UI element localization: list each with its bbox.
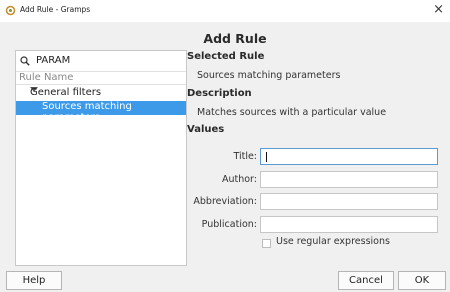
column-header-label: Rule Name [19,72,74,83]
text-caret [266,152,267,162]
title-input[interactable] [260,148,438,165]
description-heading: Description [187,88,252,99]
selected-rule-value: Sources matching parameters [197,70,341,81]
cancel-button[interactable]: Cancel [338,271,394,290]
publication-input[interactable] [260,216,438,233]
title-label: Title: [233,151,257,162]
author-label: Author: [221,174,257,185]
publication-label: Publication: [201,219,257,230]
selected-rule-heading: Selected Rule [187,51,265,62]
search-icon [20,56,30,66]
close-icon[interactable]: × [433,2,444,18]
values-heading: Values [187,124,225,135]
abbreviation-input[interactable] [260,193,438,210]
description-value: Matches sources with a particular value [197,107,387,118]
search-field[interactable]: PARAM [16,54,186,69]
rule-list-panel: PARAM Rule Name General filters Sources … [15,50,187,266]
tree-item-label: General filters [30,87,102,98]
dialog-heading: Add Rule [203,31,267,46]
tree-item-general-filters[interactable]: General filters [16,87,186,101]
help-button[interactable]: Help [6,271,62,290]
abbreviation-label: Abbreviation: [193,196,257,207]
gramps-app-icon [5,5,16,16]
tree-item-selected[interactable]: Sources matching parameters [16,101,186,123]
rule-name-column-header[interactable]: Rule Name [16,71,186,85]
ok-button[interactable]: OK [398,271,446,290]
window-title: Add Rule - Gramps [20,5,91,14]
tree-item-label: Sources matching parameters [42,101,132,123]
regex-checkbox-label[interactable]: Use regular expressions [276,236,390,247]
author-input[interactable] [260,171,438,188]
search-input-value[interactable]: PARAM [36,55,70,66]
title-bar: Add Rule - Gramps × [0,0,450,22]
regex-checkbox[interactable] [262,239,271,248]
